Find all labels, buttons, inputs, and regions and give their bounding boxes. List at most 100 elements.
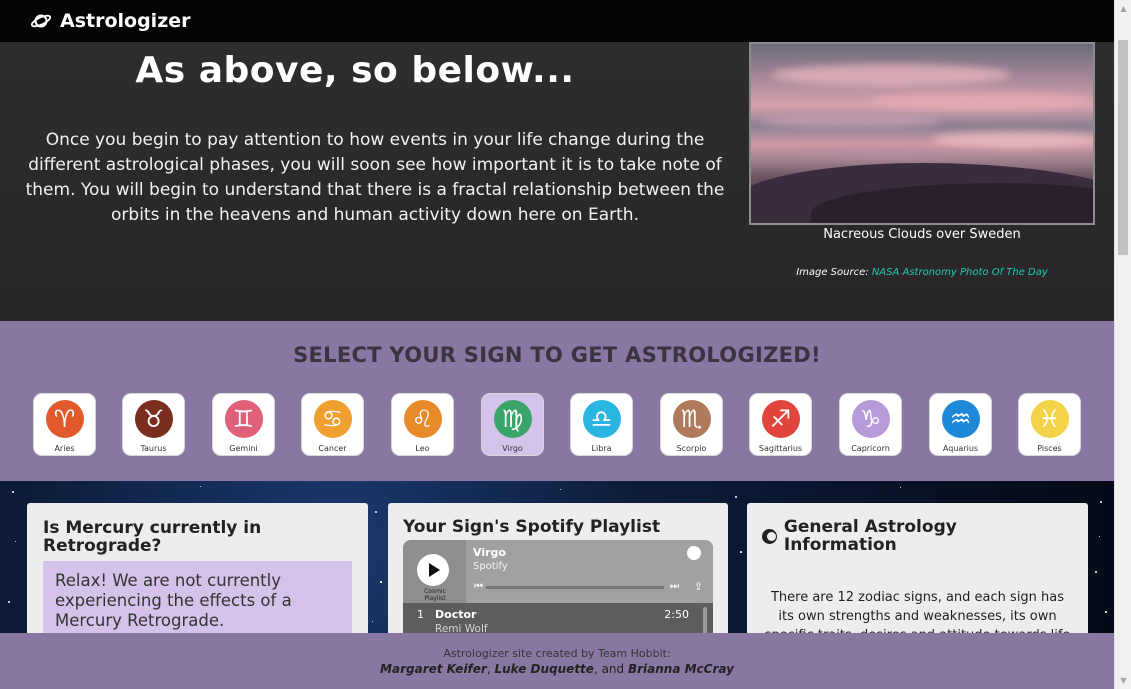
gemini-icon: ♊ bbox=[224, 400, 263, 438]
info-card-title: General Astrology Information bbox=[762, 518, 1073, 554]
play-icon bbox=[429, 563, 440, 577]
star bbox=[735, 496, 737, 498]
cancer-icon: ♋ bbox=[313, 400, 352, 438]
sign-label: Aquarius bbox=[942, 444, 979, 453]
page-scrollbar[interactable]: ▲ ▼ bbox=[1114, 0, 1131, 689]
scroll-up-icon[interactable]: ▲ bbox=[1115, 0, 1131, 17]
leo-icon: ♌ bbox=[403, 400, 442, 438]
sign-label: Taurus bbox=[140, 444, 167, 453]
scorpio-icon: ♏ bbox=[672, 400, 711, 438]
image-source: Image Source: NASA Astronomy Photo Of Th… bbox=[749, 267, 1095, 278]
sign-selector-heading: SELECT YOUR SIGN TO GET ASTROLOGIZED! bbox=[293, 343, 821, 367]
aquarius-icon: ♒ bbox=[941, 400, 980, 438]
spotify-logo-icon[interactable] bbox=[687, 546, 701, 560]
track-name: Doctor bbox=[435, 608, 477, 621]
track-duration: 2:50 bbox=[664, 608, 689, 621]
hero-section: As above, so below... Once you begin to … bbox=[0, 42, 1114, 321]
spotify-embed[interactable]: Cosmic Playlist Virgo Spotify ⏮ ⏭ ⇪ 1 Do… bbox=[403, 540, 713, 633]
sign-button-leo[interactable]: ♌ Leo bbox=[391, 393, 454, 456]
playlist-cover: Cosmic Playlist bbox=[403, 540, 466, 603]
image-source-label: Image Source: bbox=[796, 267, 869, 278]
star bbox=[375, 511, 377, 513]
star bbox=[1105, 611, 1107, 613]
sign-label: Libra bbox=[591, 444, 612, 453]
image-caption: Nacreous Clouds over Sweden bbox=[823, 227, 1021, 242]
sign-label: Gemini bbox=[229, 444, 258, 453]
star bbox=[1095, 571, 1097, 573]
sign-label: Capricorn bbox=[851, 444, 890, 453]
mercury-status: Relax! We are not currently experiencing… bbox=[43, 561, 352, 633]
moon-icon bbox=[762, 528, 777, 544]
sign-button-taurus[interactable]: ♉ Taurus bbox=[122, 393, 185, 456]
apod-link[interactable]: NASA Astronomy Photo Of The Day bbox=[872, 267, 1048, 278]
spotify-header: Virgo Spotify ⏮ ⏭ ⇪ bbox=[466, 540, 713, 603]
cover-label: Cosmic Playlist bbox=[424, 588, 446, 602]
sign-label: Pisces bbox=[1037, 444, 1062, 453]
sign-button-capricorn[interactable]: ♑ Capricorn bbox=[839, 393, 902, 456]
track-artist: Remi Wolf bbox=[435, 623, 488, 633]
sign-button-scorpio[interactable]: ♏ Scorpio bbox=[660, 393, 723, 456]
author-3: Brianna McCray bbox=[627, 662, 734, 676]
play-button[interactable] bbox=[417, 554, 449, 586]
author-1: Margaret Keifer bbox=[380, 662, 487, 676]
star bbox=[372, 621, 373, 622]
playlist-name[interactable]: Virgo bbox=[473, 546, 506, 559]
star bbox=[12, 491, 14, 493]
nacreous-clouds-image bbox=[749, 42, 1095, 225]
footer: Astrologizer site created by Team Hobbit… bbox=[0, 633, 1114, 689]
sign-button-gemini[interactable]: ♊ Gemini bbox=[212, 393, 275, 456]
provider-name: Spotify bbox=[473, 561, 508, 572]
sign-selector-section: SELECT YOUR SIGN TO GET ASTROLOGIZED! ♈ A… bbox=[0, 321, 1114, 481]
spotify-card: Your Sign's Spotify Playlist Cosmic Play… bbox=[388, 503, 728, 633]
sign-button-libra[interactable]: ♎ Libra bbox=[570, 393, 633, 456]
spotify-card-title: Your Sign's Spotify Playlist bbox=[403, 517, 661, 537]
tracklist-scrollbar[interactable] bbox=[703, 607, 707, 633]
aries-icon: ♈ bbox=[45, 400, 84, 438]
sign-button-pisces[interactable]: ♓ Pisces bbox=[1018, 393, 1081, 456]
capricorn-icon: ♑ bbox=[851, 400, 890, 438]
star bbox=[900, 487, 901, 488]
sign-label: Sagittarius bbox=[758, 444, 803, 453]
author-2: Luke Duquette bbox=[494, 662, 594, 676]
sign-label: Virgo bbox=[502, 444, 523, 453]
sign-button-sagittarius[interactable]: ♐ Sagittarius bbox=[749, 393, 812, 456]
star bbox=[1100, 501, 1102, 503]
sign-button-cancer[interactable]: ♋ Cancer bbox=[301, 393, 364, 456]
track-row[interactable]: 1 Doctor Remi Wolf 2:50 bbox=[403, 603, 713, 633]
astrology-info-card: General Astrology Information There are … bbox=[747, 503, 1088, 633]
sign-label: Leo bbox=[415, 444, 430, 453]
virgo-icon: ♍ bbox=[493, 400, 532, 438]
star bbox=[8, 601, 10, 603]
track-number: 1 bbox=[417, 608, 424, 621]
sign-label: Cancer bbox=[318, 444, 347, 453]
footer-names: Margaret Keifer, Luke Duquette, and Bria… bbox=[0, 662, 1114, 676]
footer-credit: Astrologizer site created by Team Hobbit… bbox=[443, 647, 671, 660]
sign-button-virgo[interactable]: ♍ Virgo bbox=[481, 393, 544, 456]
author-separator: , and bbox=[593, 662, 628, 676]
sign-button-aquarius[interactable]: ♒ Aquarius bbox=[929, 393, 992, 456]
info-text: There are 12 zodiac signs, and each sign… bbox=[765, 590, 1071, 633]
starfield-section: Is Mercury currently in Retrograde? Rela… bbox=[0, 481, 1114, 633]
scroll-thumb[interactable] bbox=[1118, 40, 1128, 255]
brand-name: Astrologizer bbox=[60, 10, 191, 32]
navbar: Astrologizer bbox=[0, 0, 1114, 42]
star bbox=[560, 489, 561, 490]
scroll-down-icon[interactable]: ▼ bbox=[1115, 672, 1131, 689]
star bbox=[1099, 536, 1100, 537]
hero-text: Once you begin to pay attention to how e… bbox=[25, 130, 725, 225]
share-icon[interactable]: ⇪ bbox=[694, 580, 703, 593]
info-card-title-text: General Astrology Information bbox=[783, 517, 957, 555]
star bbox=[15, 541, 16, 542]
mercury-card: Is Mercury currently in Retrograde? Rela… bbox=[27, 503, 368, 633]
previous-icon[interactable]: ⏮ bbox=[474, 581, 483, 592]
progress-bar[interactable] bbox=[486, 586, 664, 589]
mercury-card-title: Is Mercury currently in Retrograde? bbox=[43, 518, 262, 556]
brand-link[interactable]: Astrologizer bbox=[30, 10, 191, 32]
taurus-icon: ♉ bbox=[134, 400, 173, 438]
sign-label: Aries bbox=[54, 444, 75, 453]
hero-title: As above, so below... bbox=[135, 50, 575, 91]
sign-button-aries[interactable]: ♈ Aries bbox=[33, 393, 96, 456]
sagittarius-icon: ♐ bbox=[761, 400, 800, 438]
star bbox=[200, 486, 201, 487]
next-icon[interactable]: ⏭ bbox=[670, 581, 679, 592]
